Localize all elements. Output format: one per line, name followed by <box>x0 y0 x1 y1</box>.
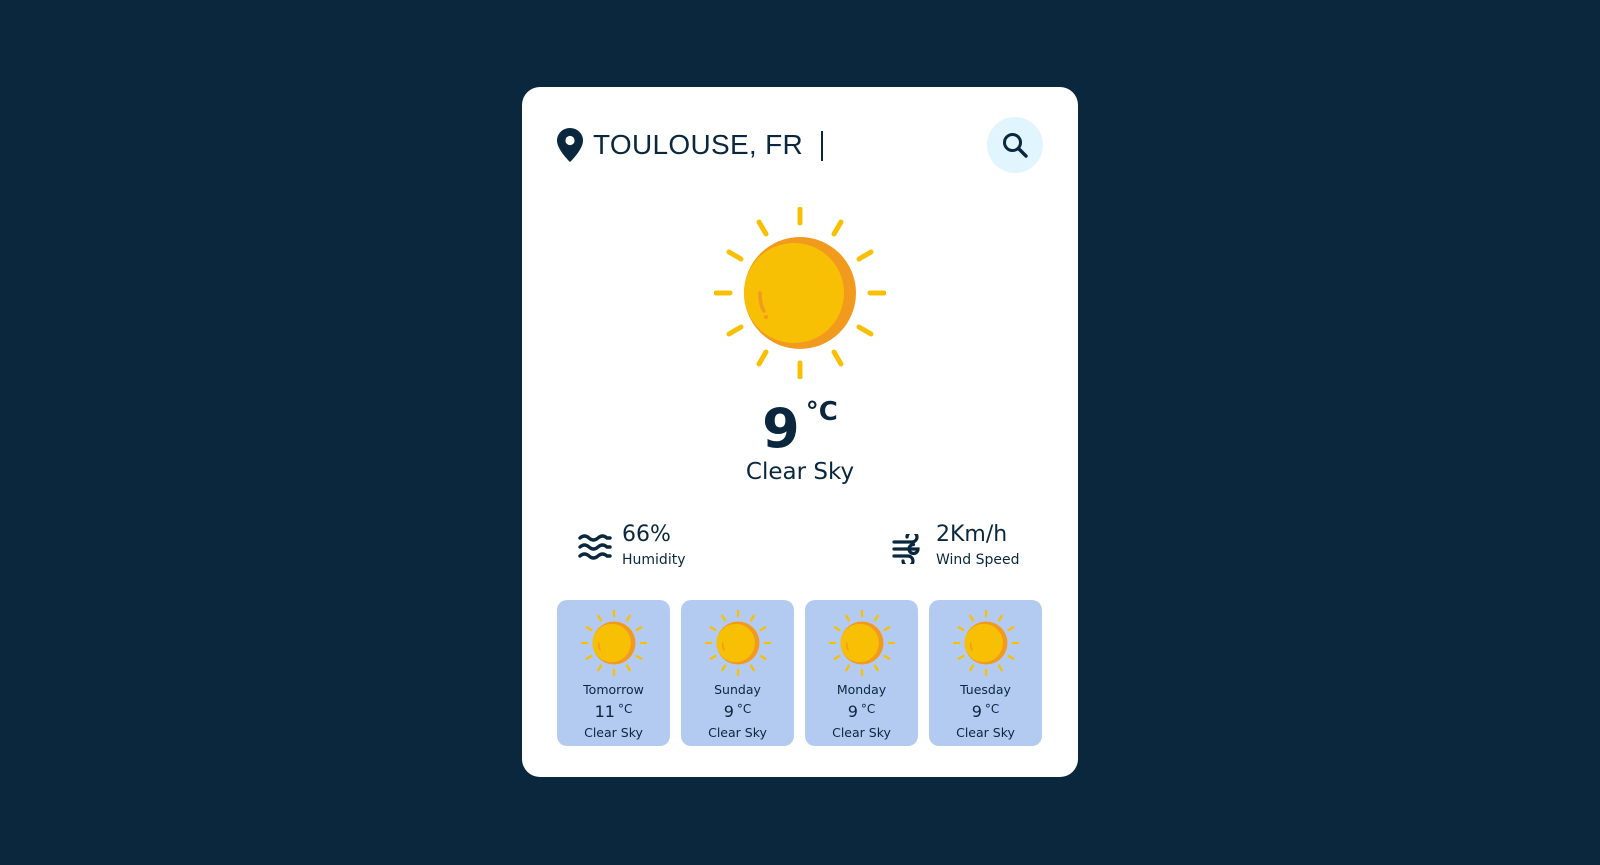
wind-icon <box>892 530 924 568</box>
search-icon <box>1003 133 1028 158</box>
forecast-day: Monday <box>836 682 887 697</box>
wind-speed-value: 2Km/h <box>936 522 1008 547</box>
humidity-waves-icon <box>578 534 612 564</box>
search-button[interactable] <box>987 117 1043 173</box>
forecast-temperature-unit: °C <box>736 702 752 716</box>
forecast-day: Tomorrow <box>583 682 644 697</box>
current-temperature: 9 °C <box>522 397 1078 460</box>
forecast-temperature-unit: °C <box>860 702 876 716</box>
sun-icon <box>829 610 895 676</box>
sun-icon <box>953 610 1019 676</box>
forecast-card: Sunday 9 °C Clear Sky <box>681 600 794 746</box>
sun-icon <box>581 610 647 676</box>
forecast-temperature-value: 11 <box>594 702 615 721</box>
forecast-card: Tomorrow 11 °C Clear Sky <box>557 600 670 746</box>
weather-card: 9°C Clear Sky 66% Humidity <box>522 87 1078 777</box>
forecast-temperature-value: 9 <box>847 702 858 721</box>
forecast-temperature: 9 °C <box>929 702 1042 721</box>
forecast-condition: Clear Sky <box>708 725 767 740</box>
forecast-day: Sunday <box>714 682 761 697</box>
forecast-temperature: 9 °C <box>681 702 794 721</box>
city-search-input[interactable] <box>593 123 963 167</box>
humidity-label: Humidity <box>622 552 686 568</box>
map-pin-icon <box>557 128 583 162</box>
forecast-temperature: 11 °C <box>557 702 670 721</box>
forecast-temperature-value: 9 <box>723 702 734 721</box>
forecast-temperature-unit: °C <box>617 702 633 716</box>
temperature-value: 9 <box>762 397 800 460</box>
search-bar <box>557 117 1043 173</box>
forecast-card: Monday 9 °C Clear Sky <box>805 600 918 746</box>
forecast-temperature: 9 °C <box>805 702 918 721</box>
forecast-condition: Clear Sky <box>584 725 643 740</box>
sun-icon <box>705 610 771 676</box>
humidity-value: 66% <box>622 522 671 547</box>
forecast-condition: Clear Sky <box>956 725 1015 740</box>
temperature-unit: °C <box>805 397 838 427</box>
forecast-temperature-unit: °C <box>984 702 1000 716</box>
wind-speed-label: Wind Speed <box>936 552 1020 568</box>
forecast-day: Tuesday <box>960 682 1011 697</box>
forecast-condition: Clear Sky <box>832 725 891 740</box>
forecast-temperature-value: 9 <box>971 702 982 721</box>
current-condition: Clear Sky <box>745 459 855 485</box>
forecast-list: Tomorrow 11 °C Clear Sky Sunday 9 °C Cle… <box>557 600 1043 746</box>
forecast-card: Tuesday 9 °C Clear Sky <box>929 600 1042 746</box>
text-caret <box>821 131 823 161</box>
sun-icon <box>714 207 886 379</box>
